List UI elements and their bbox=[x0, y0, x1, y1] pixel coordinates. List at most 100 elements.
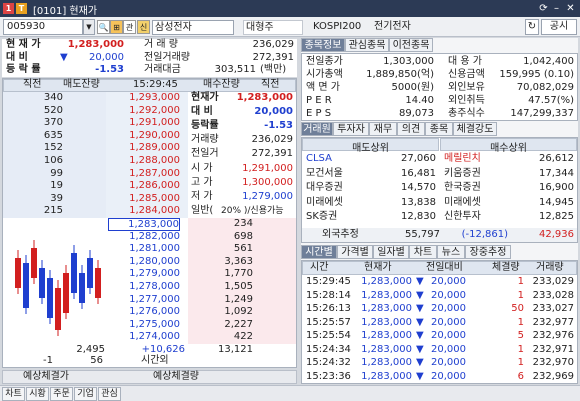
trade-list: 시간 현재가 전일대비 체결량 거래량 15:29:45 1,283,000 ▼ 20,000… bbox=[301, 260, 578, 384]
sell-broker-name[interactable]: 미래에셋 bbox=[306, 197, 366, 210]
trade-time: 15:24:34 bbox=[306, 343, 351, 355]
buy-broker-name[interactable]: 미래에셋 bbox=[444, 197, 504, 210]
mid-info-value: 1,279,000 bbox=[242, 190, 293, 202]
window-title: [0101] 현재가 bbox=[33, 6, 98, 17]
sell-broker-name[interactable]: 대우증권 bbox=[306, 182, 366, 195]
minimize-icon[interactable]: – bbox=[550, 2, 563, 15]
history-button[interactable]: ⊞ bbox=[110, 20, 123, 34]
bid-price[interactable]: 1,282,000 bbox=[108, 231, 180, 244]
search-icon[interactable]: 🔍 bbox=[97, 20, 110, 34]
tab-tabs2-4[interactable]: 종목 bbox=[425, 122, 453, 136]
trade-qty: 50 bbox=[511, 303, 524, 314]
buy-broker-name[interactable]: 키움증권 bbox=[444, 168, 504, 181]
app-badge-icon: T bbox=[16, 3, 27, 14]
foreign-diff: (-12,861) bbox=[461, 229, 508, 240]
candle-body bbox=[31, 248, 37, 278]
trade-time: 15:24:32 bbox=[306, 357, 351, 368]
bid-qty: 3,363 bbox=[224, 255, 253, 267]
bid-price[interactable]: 1,274,000 bbox=[108, 331, 180, 344]
bottom-tab-0[interactable]: 차트 bbox=[2, 387, 25, 401]
disclosure-button[interactable]: 공시 bbox=[541, 19, 577, 35]
tab-tabs3-0[interactable]: 시간별 bbox=[301, 245, 337, 259]
ask-price[interactable]: 1,286,000 bbox=[108, 180, 180, 193]
ask-price[interactable]: 1,290,000 bbox=[108, 130, 180, 143]
amount-unit: (백만) bbox=[260, 64, 287, 75]
tab-tabs3-2[interactable]: 일자별 bbox=[373, 245, 409, 259]
buy-broker-name[interactable]: 신한투자 bbox=[444, 211, 504, 224]
candle-body bbox=[47, 278, 53, 318]
tab-tabs2-0[interactable]: 거래원 bbox=[301, 122, 333, 136]
mid-info-value: 272,391 bbox=[251, 148, 293, 160]
tab-tabs3-4[interactable]: 뉴스 bbox=[437, 245, 465, 259]
bid-price[interactable]: 1,276,000 bbox=[108, 306, 180, 319]
ask-price[interactable]: 1,288,000 bbox=[108, 155, 180, 168]
ask-price[interactable]: 1,293,000 bbox=[108, 92, 180, 105]
tab-tabs1-2[interactable]: 이전종목 bbox=[389, 38, 433, 52]
sell-broker-name[interactable]: 모건서울 bbox=[306, 168, 366, 181]
bid-price[interactable]: 1,283,000 bbox=[108, 218, 180, 231]
bottom-tab-1[interactable]: 시황 bbox=[26, 387, 49, 401]
market-group: 대형주 bbox=[243, 20, 303, 35]
trade-price: 1,283,000 bbox=[361, 289, 412, 301]
bid-price[interactable]: 1,279,000 bbox=[108, 268, 180, 281]
buy-broker-name[interactable]: 한국증권 bbox=[444, 182, 504, 195]
sell-broker-name[interactable]: CLSA bbox=[306, 153, 366, 166]
sell-broker-name[interactable]: SK증권 bbox=[306, 211, 366, 224]
ask-diff: -1 bbox=[43, 355, 53, 366]
info-value: 159,995 (0.10) bbox=[499, 69, 574, 80]
buy-broker-value: 16,900 bbox=[539, 182, 574, 193]
trade-qty: 1 bbox=[517, 357, 524, 368]
bid-qty: 561 bbox=[233, 243, 253, 255]
bid-price[interactable]: 1,275,000 bbox=[108, 319, 180, 332]
bottom-tab-4[interactable]: 관심 bbox=[98, 387, 121, 401]
right-panel: 종목정보 관심종목 이전종목 전일종가 1,303,000 대 용 가 1,042,400… bbox=[301, 38, 578, 384]
ask-price[interactable]: 1,292,000 bbox=[108, 105, 180, 118]
bid-price[interactable]: 1,277,000 bbox=[108, 294, 180, 307]
ask-price[interactable]: 1,284,000 bbox=[108, 205, 180, 218]
trade-change: 20,000 bbox=[431, 357, 466, 368]
ask-prev-qty: 370 bbox=[43, 117, 63, 129]
info-value: 5000(원) bbox=[391, 82, 434, 93]
sell-broker-value: 13,838 bbox=[401, 196, 436, 208]
refresh-icon[interactable]: ⟳ bbox=[537, 2, 550, 15]
tab-tabs3-1[interactable]: 가격별 bbox=[337, 245, 373, 259]
change-value: 20,000 bbox=[89, 51, 124, 63]
bid-qty: 698 bbox=[233, 230, 253, 242]
mid-info-value: 20% )/신용가능 bbox=[221, 205, 284, 216]
trade-price: 1,283,000 bbox=[361, 370, 412, 382]
close-icon[interactable]: ✕ bbox=[564, 2, 577, 15]
ask-price[interactable]: 1,285,000 bbox=[108, 193, 180, 206]
bottom-tab-3[interactable]: 기업 bbox=[74, 387, 97, 401]
ask-price[interactable]: 1,289,000 bbox=[108, 142, 180, 155]
tab-tabs3-3[interactable]: 차트 bbox=[409, 245, 437, 259]
bid-diff: 56 bbox=[90, 355, 103, 366]
tab-tabs2-1[interactable]: 투자자 bbox=[333, 122, 369, 136]
bid-price[interactable]: 1,278,000 bbox=[108, 281, 180, 294]
nav-arrow-icon[interactable]: ↻ bbox=[525, 19, 539, 35]
tab-tabs2-5[interactable]: 체결강도 bbox=[453, 122, 497, 136]
tab-tabs2-2[interactable]: 재무 bbox=[369, 122, 397, 136]
ask-prev-qty: 106 bbox=[43, 155, 63, 166]
tab-tabs1-1[interactable]: 관심종목 bbox=[345, 38, 389, 52]
watch-button[interactable]: 관 bbox=[123, 20, 136, 34]
info-value: 1,042,400 bbox=[523, 56, 574, 67]
chevron-down-icon[interactable]: ▼ bbox=[83, 19, 95, 35]
tab-tabs1-0[interactable]: 종목정보 bbox=[301, 38, 345, 52]
trade-change: 20,000 bbox=[431, 330, 466, 341]
col-ask-qty: 매도잔량 bbox=[63, 79, 100, 90]
trade-qty: 5 bbox=[517, 330, 524, 341]
ask-price[interactable]: 1,287,000 bbox=[108, 168, 180, 181]
tab-tabs2-3[interactable]: 의견 bbox=[397, 122, 425, 136]
sector-label: 전기전자 bbox=[374, 21, 411, 32]
info-label: 전일종가 bbox=[306, 56, 343, 67]
ask-price[interactable]: 1,291,000 bbox=[108, 117, 180, 130]
bottom-tab-2[interactable]: 주문 bbox=[50, 387, 73, 401]
stock-code-input[interactable]: 005930 bbox=[3, 19, 83, 35]
tab-tabs3-5[interactable]: 장중추정 bbox=[465, 245, 511, 259]
stock-name-field: 삼성전자 bbox=[152, 20, 234, 35]
bid-price[interactable]: 1,280,000 bbox=[108, 256, 180, 269]
buy-broker-value: 14,945 bbox=[539, 196, 574, 208]
candle-body bbox=[55, 288, 61, 330]
bid-price[interactable]: 1,281,000 bbox=[108, 243, 180, 256]
buy-broker-name[interactable]: 메릴린치 bbox=[444, 153, 504, 166]
